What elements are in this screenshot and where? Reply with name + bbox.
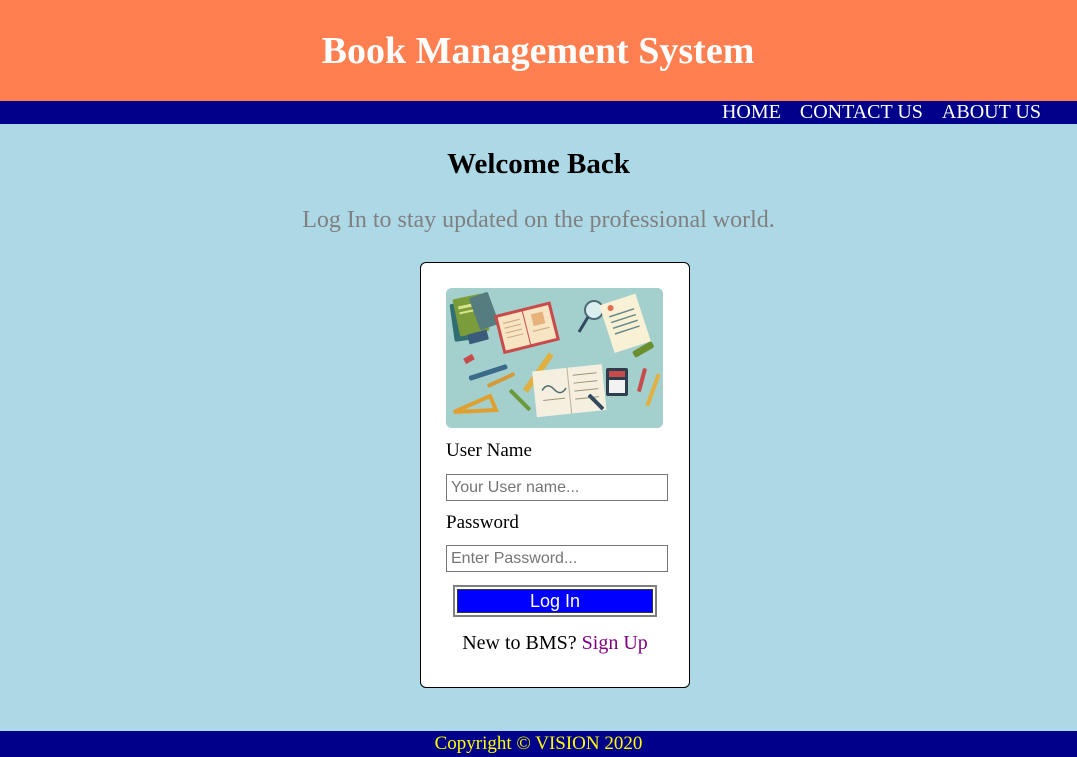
nav-home-link[interactable]: HOME [722, 101, 781, 124]
welcome-heading: Welcome Back [447, 148, 630, 180]
signup-prompt-line: New to BMS? Sign Up [421, 632, 689, 655]
login-card: User Name Password Log In New to BMS? Si… [420, 262, 690, 688]
login-button-label: Log In [457, 589, 653, 613]
main-nav: HOME CONTACT US ABOUT US [0, 101, 1077, 124]
tagline: Log In to stay updated on the profession… [302, 207, 775, 233]
password-input[interactable] [446, 545, 668, 572]
signup-link[interactable]: Sign Up [582, 632, 648, 654]
password-label: Password [446, 512, 519, 533]
copyright-text: Copyright © VISION 2020 [434, 733, 643, 754]
books-illustration [446, 288, 663, 428]
username-input[interactable] [446, 474, 668, 501]
username-label: User Name [446, 440, 532, 461]
nav-about-us-link[interactable]: ABOUT US [942, 101, 1041, 124]
nav-contact-us-link[interactable]: CONTACT US [800, 101, 923, 124]
study-desk-illustration [446, 288, 663, 428]
site-title: Book Management System [321, 29, 755, 72]
login-button[interactable]: Log In [453, 585, 657, 617]
signup-prompt-text: New to BMS? [462, 632, 577, 654]
site-footer: Copyright © VISION 2020 [0, 731, 1077, 757]
site-header: Book Management System [0, 0, 1077, 101]
